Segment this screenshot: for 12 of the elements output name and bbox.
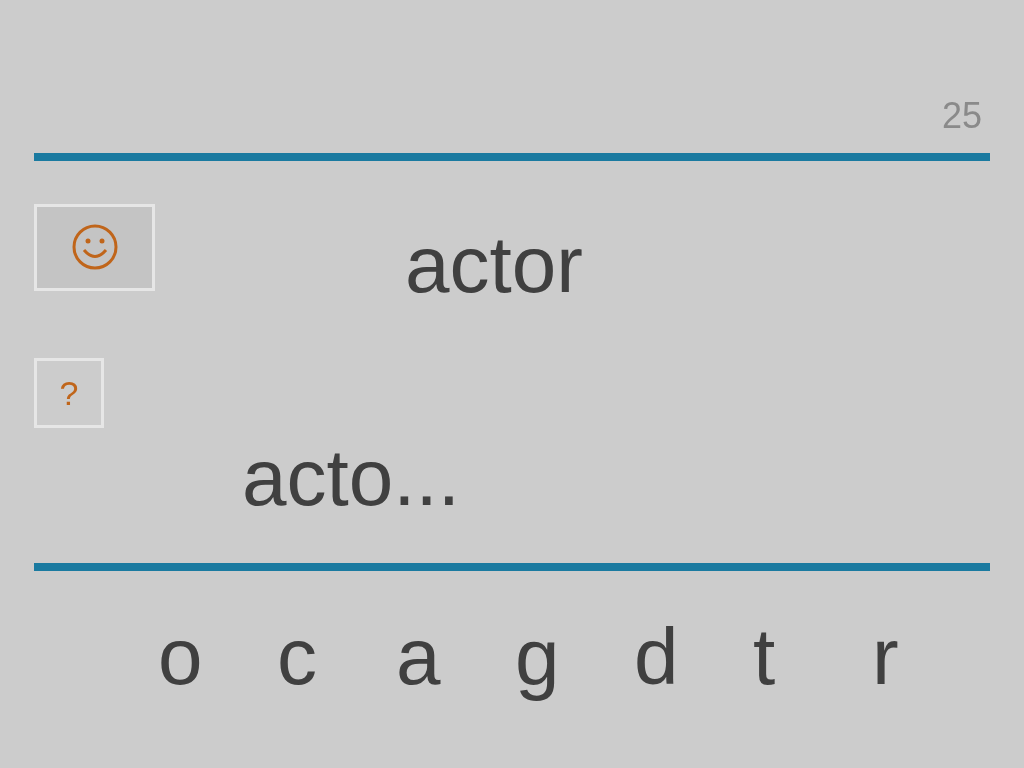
letter-tile[interactable]: g <box>513 611 632 703</box>
smiley-icon <box>70 223 119 271</box>
letter-tile[interactable]: o <box>156 611 275 703</box>
letter-tile[interactable]: t <box>751 611 870 703</box>
letter-tile[interactable]: r <box>870 611 989 703</box>
letter-tile[interactable]: d <box>632 611 751 703</box>
letter-tile[interactable]: a <box>394 611 513 703</box>
question-counter: 25 <box>941 96 982 136</box>
smiley-button[interactable] <box>34 203 155 291</box>
answer-text: acto... <box>242 432 460 524</box>
prompt-word: actor <box>405 219 583 311</box>
letter-tile[interactable]: c <box>275 611 394 703</box>
